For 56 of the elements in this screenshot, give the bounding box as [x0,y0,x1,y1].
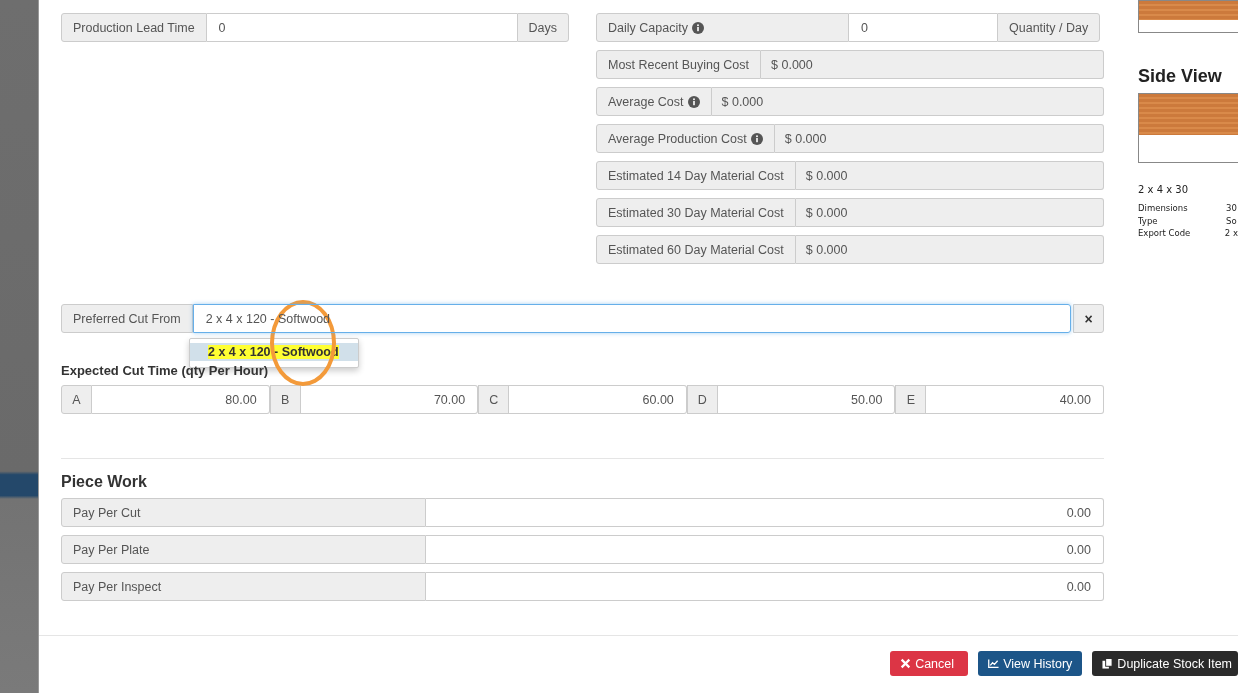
grade-label: C [478,385,510,414]
field-label: Daily Capacity [608,20,688,35]
grade-label: D [686,385,718,414]
cancel-button[interactable]: Cancel [890,651,969,676]
close-icon [900,658,912,669]
input-field[interactable]: 70.00 [300,385,479,414]
clear-button[interactable]: × [1073,304,1104,333]
section-title: Side View [1138,66,1223,87]
input-field[interactable]: 50.00 [717,385,896,414]
input-field[interactable]: 40.00 [926,385,1104,414]
readonly-field: $ 0.000 [711,87,1104,116]
spec-label: Export Code [1138,227,1192,240]
info-icon[interactable] [750,132,763,145]
spec-label: Dimensions [1138,202,1189,215]
input-field[interactable]: 0.00 [426,498,1104,527]
readonly-field: $ 0.000 [795,235,1104,264]
spec-label: Type [1138,214,1159,227]
input-field[interactable]: 80.00 [92,385,270,414]
input-field[interactable]: 0.00 [426,535,1104,564]
copy-icon [1102,658,1114,669]
readonly-field: $ 0.000 [761,50,1104,79]
grade-label: B [269,385,301,414]
field-label: Pay Per Inspect [61,572,426,601]
field-label: Most Recent Buying Cost [608,57,750,72]
unit-label: Quantity / Day [997,13,1101,42]
input-field[interactable]: 60.00 [509,385,687,414]
field-label: Preferred Cut From [61,304,193,333]
readonly-field: $ 0.000 [774,124,1104,153]
field-label: Production Lead Time [61,13,207,42]
field-label: Estimated 14 Day Material Cost [608,168,784,183]
field-label: Estimated 30 Day Material Cost [608,205,784,220]
info-icon[interactable] [691,21,704,34]
line-chart-icon [988,658,1000,669]
input-field[interactable]: 0 [849,13,997,42]
unit-label: Days [516,13,569,42]
history-button[interactable]: View History [978,651,1083,676]
suggestion-item[interactable]: 2 x 4 x 120 - Softwood [208,345,339,359]
grade-label: A [61,385,92,414]
item-name: 2 x 4 x 30 [1138,184,1189,195]
readonly-field: $ 0.000 [795,161,1104,190]
duplicate-button[interactable]: Duplicate Stock Item [1092,651,1238,676]
info-icon[interactable] [687,95,700,108]
field-label: Pay Per Cut [61,498,426,527]
section-title: Expected Cut Time (qty Per Hour) [61,363,270,378]
spec-value: So [1226,214,1237,227]
section-title: Piece Work [61,473,148,491]
field-label: Pay Per Plate [61,535,426,564]
spec-value: 2 x [1224,227,1238,240]
grade-label: E [895,385,927,414]
spec-value: 30 [1226,202,1237,215]
input-field[interactable]: 0 [206,13,517,42]
readonly-field: $ 0.000 [795,198,1104,227]
field-label: Estimated 60 Day Material Cost [608,242,784,257]
field-label: Average Cost [608,94,684,109]
input-field[interactable]: 0.00 [426,572,1104,601]
field-label: Average Production Cost [608,131,747,146]
